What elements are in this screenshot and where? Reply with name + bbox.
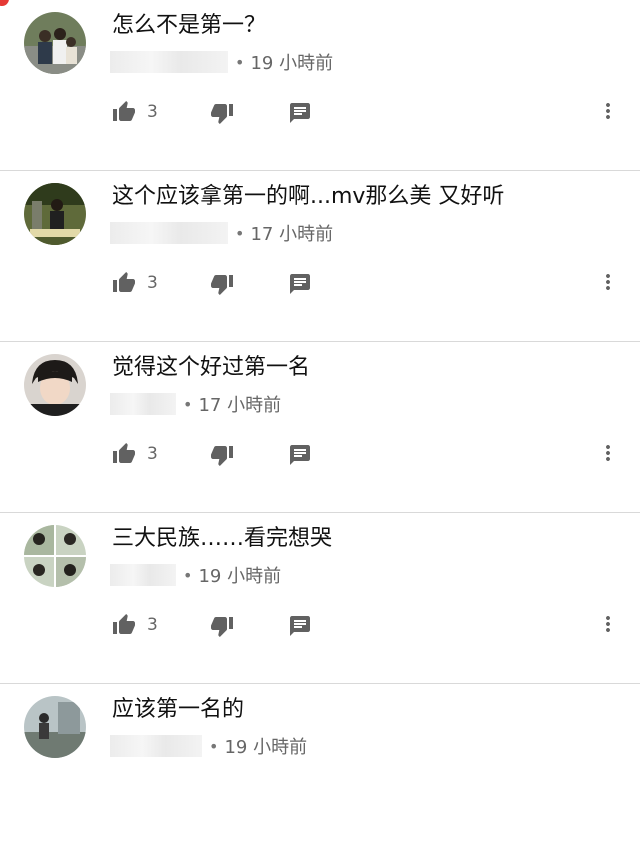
like-button[interactable]: 3 xyxy=(112,612,158,638)
username-blurred[interactable] xyxy=(110,222,228,244)
comment-text: 怎么不是第一？ xyxy=(112,13,267,38)
avatar[interactable] xyxy=(24,183,86,245)
comment-item: 觉得这个好过第一名 • 17 小時前 3 xyxy=(0,342,640,513)
thumb-down-icon xyxy=(211,275,233,295)
comment-text: 应该第一名的 xyxy=(112,697,245,722)
timestamp: 19 小時前 xyxy=(224,737,308,758)
reply-comment-icon xyxy=(290,616,310,636)
avatar[interactable] xyxy=(24,696,86,758)
username-blurred[interactable] xyxy=(110,393,176,415)
like-button[interactable]: 3 xyxy=(112,441,158,467)
comment-item: 这个应该拿第一的啊...mv那么美 又好听 • 17 小時前 3 xyxy=(0,171,640,342)
more-vertical-icon xyxy=(606,616,610,632)
reply-button[interactable] xyxy=(288,101,312,125)
comment-item: 三大民族……看完想哭 • 19 小時前 3 xyxy=(0,513,640,684)
like-count: 3 xyxy=(147,615,158,635)
meta-separator: • xyxy=(183,565,193,585)
reply-comment-icon xyxy=(290,103,310,123)
avatar[interactable] xyxy=(24,525,86,587)
dislike-button[interactable] xyxy=(210,272,234,296)
reply-button[interactable] xyxy=(288,272,312,296)
timestamp: 17 小時前 xyxy=(250,224,334,245)
thumb-down-icon xyxy=(211,446,233,466)
timestamp: 19 小時前 xyxy=(250,53,334,74)
timestamp: 17 小時前 xyxy=(198,395,282,416)
reply-button[interactable] xyxy=(288,614,312,638)
avatar[interactable] xyxy=(24,12,86,74)
username-blurred[interactable] xyxy=(110,735,202,757)
comment-text: 三大民族……看完想哭 xyxy=(112,526,333,551)
comment-text: 觉得这个好过第一名 xyxy=(112,355,311,380)
thumb-up-icon xyxy=(113,443,135,463)
comment-meta: • 17 小時前 xyxy=(110,392,281,416)
like-button[interactable]: 3 xyxy=(112,99,158,125)
reply-button[interactable] xyxy=(288,443,312,467)
comment-meta: • 19 小時前 xyxy=(110,734,307,758)
like-count: 3 xyxy=(147,102,158,122)
username-blurred[interactable] xyxy=(110,51,228,73)
comment-item: 怎么不是第一？ • 19 小時前 3 xyxy=(0,0,640,171)
username-blurred[interactable] xyxy=(110,564,176,586)
dislike-button[interactable] xyxy=(210,443,234,467)
meta-separator: • xyxy=(183,394,193,414)
dislike-button[interactable] xyxy=(210,101,234,125)
comment-meta: • 17 小時前 xyxy=(110,221,333,245)
more-options-button[interactable] xyxy=(596,99,620,123)
reply-comment-icon xyxy=(290,274,310,294)
dislike-button[interactable] xyxy=(210,614,234,638)
comment-actions: 3 xyxy=(112,270,620,296)
more-vertical-icon xyxy=(606,103,610,119)
comment-actions: 3 xyxy=(112,441,620,467)
more-vertical-icon xyxy=(606,445,610,461)
comment-text: 这个应该拿第一的啊...mv那么美 又好听 xyxy=(112,184,505,209)
thumb-down-icon xyxy=(211,617,233,637)
comment-item: 应该第一名的 • 19 小時前 xyxy=(0,684,640,855)
comment-actions: 3 xyxy=(112,612,620,638)
comment-meta: • 19 小時前 xyxy=(110,563,281,587)
thumb-up-icon xyxy=(113,101,135,121)
like-count: 3 xyxy=(147,273,158,293)
like-count: 3 xyxy=(147,444,158,464)
avatar[interactable] xyxy=(24,354,86,416)
thumb-up-icon xyxy=(113,614,135,634)
more-vertical-icon xyxy=(606,274,610,290)
comment-meta: • 19 小時前 xyxy=(110,50,333,74)
like-button[interactable]: 3 xyxy=(112,270,158,296)
more-options-button[interactable] xyxy=(596,441,620,465)
meta-separator: • xyxy=(235,52,245,72)
comment-actions: 3 xyxy=(112,99,620,125)
meta-separator: • xyxy=(209,736,219,756)
more-options-button[interactable] xyxy=(596,612,620,636)
thumb-up-icon xyxy=(113,272,135,292)
meta-separator: • xyxy=(235,223,245,243)
more-options-button[interactable] xyxy=(596,270,620,294)
timestamp: 19 小時前 xyxy=(198,566,282,587)
thumb-down-icon xyxy=(211,104,233,124)
reply-comment-icon xyxy=(290,445,310,465)
